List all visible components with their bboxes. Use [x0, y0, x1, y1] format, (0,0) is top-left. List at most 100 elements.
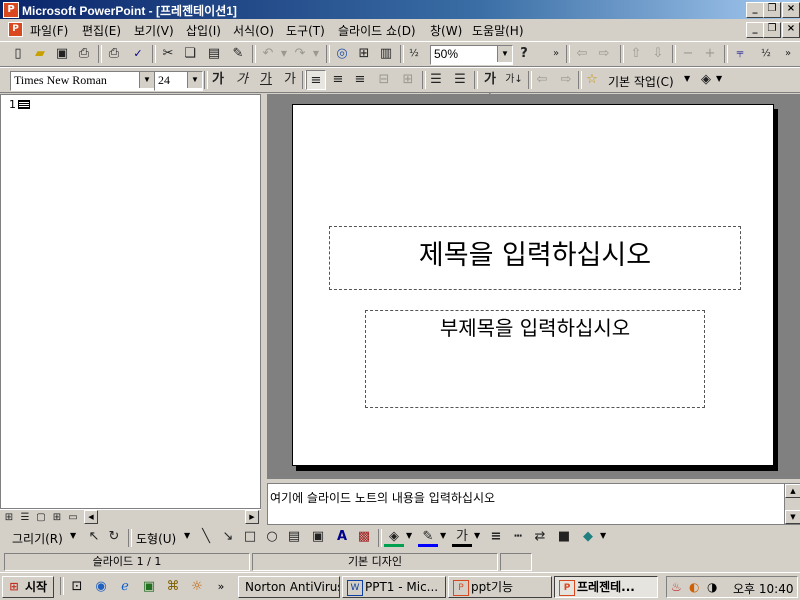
fill-color-icon[interactable]: ◈: [384, 527, 404, 547]
bullets-icon[interactable]: ☰: [450, 70, 470, 90]
taskbar-ppt1[interactable]: W PPT1 - Mic...: [342, 576, 446, 598]
toolbar-overflow-icon[interactable]: »: [212, 578, 230, 596]
menu-view[interactable]: 보기(V): [134, 22, 174, 39]
bold-button[interactable]: 가: [208, 70, 228, 90]
scroll-up-icon[interactable]: ▲: [785, 484, 800, 498]
chevron-down-icon[interactable]: ▼: [497, 46, 512, 62]
chevron-down-icon[interactable]: ▼: [440, 531, 446, 540]
demote-icon[interactable]: ⇨: [594, 44, 614, 64]
align-right-icon[interactable]: ≡: [350, 70, 370, 90]
rectangle-icon[interactable]: □: [240, 527, 260, 547]
chevron-down-icon[interactable]: ▼: [474, 531, 480, 540]
3d-icon[interactable]: ◆: [578, 527, 598, 547]
italic-button[interactable]: 가: [232, 70, 252, 90]
menu-insert[interactable]: 삽입(I): [186, 22, 221, 39]
subtitle-placeholder[interactable]: 부제목을 입력하십시오: [365, 310, 705, 408]
insert-chart-icon[interactable]: ▥: [376, 44, 396, 64]
clipart-icon[interactable]: A: [332, 527, 352, 547]
wordart-icon[interactable]: ▣: [308, 527, 328, 547]
hyperlink-icon[interactable]: ◎: [332, 44, 352, 64]
font-select[interactable]: Times New Roman ▼: [10, 71, 155, 91]
numbering-icon[interactable]: ☰: [426, 70, 446, 90]
document-icon[interactable]: P: [8, 22, 23, 37]
grayscale-icon[interactable]: ½: [756, 44, 776, 64]
notes-placeholder[interactable]: 여기에 슬라이드 노트의 내용을 입력하십시오: [270, 489, 495, 506]
notes-scrollbar[interactable]: ▲ ▼: [784, 484, 800, 524]
vertical-distribute-icon[interactable]: ⊞: [398, 70, 418, 90]
chevron-down-icon[interactable]: ▼: [716, 74, 722, 83]
close-button[interactable]: ×: [782, 2, 800, 18]
help-icon[interactable]: ?: [514, 44, 534, 64]
toolbar-overflow-icon[interactable]: »: [778, 44, 798, 64]
print-preview-icon[interactable]: ⎙: [104, 44, 124, 64]
new-icon[interactable]: ▯: [8, 44, 28, 64]
menu-file[interactable]: 파일(F): [30, 22, 68, 39]
scroll-down-icon[interactable]: ▼: [785, 510, 800, 524]
arrow-style-icon[interactable]: ⇄: [530, 527, 550, 547]
menu-edit[interactable]: 편집(E): [82, 22, 121, 39]
outline-pane[interactable]: 1: [0, 94, 261, 509]
start-button[interactable]: ⊞ 시작: [2, 576, 54, 598]
notes-pane[interactable]: 여기에 슬라이드 노트의 내용을 입력하십시오 ▲ ▼: [267, 483, 800, 525]
line-style-icon[interactable]: ≡: [486, 527, 506, 547]
fill-color-icon[interactable]: ◈: [696, 70, 716, 90]
expand-icon[interactable]: +: [700, 44, 720, 64]
font-color-icon[interactable]: 가: [452, 527, 472, 547]
align-center-icon[interactable]: ≡: [328, 70, 348, 90]
taskbar-presentation[interactable]: P 프레젠테...: [554, 576, 658, 598]
chevron-down-icon[interactable]: ▼: [184, 531, 190, 540]
chevron-down-icon[interactable]: ▼: [139, 72, 154, 88]
minimize-button[interactable]: _: [746, 2, 764, 18]
tray-icon[interactable]: ◐: [689, 580, 699, 594]
doc-minimize-button[interactable]: _: [746, 22, 764, 38]
taskbar-norton[interactable]: Norton AntiVirus: [238, 576, 340, 598]
quick-launch-icon[interactable]: ▣: [140, 578, 158, 596]
grayscale-icon[interactable]: ½: [404, 44, 424, 64]
collapse-icon[interactable]: −: [678, 44, 698, 64]
promote-icon[interactable]: ⇦: [532, 70, 552, 90]
shadow-icon[interactable]: ■: [554, 527, 574, 547]
free-rotate-icon[interactable]: ↻: [104, 527, 124, 547]
align-left-icon[interactable]: ≡: [306, 70, 326, 90]
chevron-down-icon[interactable]: ▼: [70, 531, 76, 540]
zoom-select[interactable]: 50% ▼: [430, 45, 513, 65]
demote-icon[interactable]: ⇨: [556, 70, 576, 90]
clock[interactable]: 오후 10:40: [733, 580, 793, 597]
desktop-icon[interactable]: ⊡: [68, 578, 86, 596]
print-icon[interactable]: ⎙: [74, 44, 94, 64]
quick-launch-icon[interactable]: ⌘: [164, 578, 182, 596]
menu-slideshow[interactable]: 슬라이드 쇼(D): [338, 22, 416, 39]
open-icon[interactable]: ▰: [30, 44, 50, 64]
chevron-down-icon[interactable]: ▼: [406, 531, 412, 540]
move-down-icon[interactable]: ⇩: [648, 44, 668, 64]
chevron-down-icon[interactable]: ▼: [187, 72, 202, 88]
animation-star-icon[interactable]: ☆: [582, 70, 602, 90]
common-tasks-button[interactable]: 기본 작업(C): [608, 73, 674, 90]
menu-format[interactable]: 서식(O): [233, 22, 274, 39]
picture-icon[interactable]: ▩: [354, 527, 374, 547]
scroll-right-icon[interactable]: ▶: [245, 510, 259, 524]
title-placeholder[interactable]: 제목을 입력하십시오: [329, 226, 741, 290]
distribute-icon[interactable]: ⊟: [374, 70, 394, 90]
textbox-icon[interactable]: ▤: [284, 527, 304, 547]
doc-close-button[interactable]: ×: [782, 22, 800, 38]
menu-window[interactable]: 창(W): [430, 22, 462, 39]
cut-icon[interactable]: ✂: [158, 44, 178, 64]
restore-button[interactable]: ❐: [763, 2, 781, 18]
dash-style-icon[interactable]: ┅: [508, 527, 528, 547]
promote-icon[interactable]: ⇦: [572, 44, 592, 64]
toolbar-overflow-icon[interactable]: »: [546, 44, 566, 64]
copy-icon[interactable]: ❏: [180, 44, 200, 64]
line-icon[interactable]: ╲: [196, 527, 216, 547]
autoshapes-menu-button[interactable]: 도형(U): [136, 530, 176, 547]
oval-icon[interactable]: ○: [262, 527, 282, 547]
slide-canvas[interactable]: 제목을 입력하십시오 부제목을 입력하십시오: [292, 104, 774, 466]
spelling-icon[interactable]: ✓: [128, 44, 148, 64]
outlook-icon[interactable]: ◉: [92, 578, 110, 596]
volume-icon[interactable]: ◑: [707, 580, 717, 594]
doc-restore-button[interactable]: ❐: [763, 22, 781, 38]
format-painter-icon[interactable]: ✎: [228, 44, 248, 64]
taskbar-pptfeature[interactable]: Pppt기능: [448, 576, 552, 598]
decrease-font-icon[interactable]: 가↓: [504, 70, 524, 90]
insert-table-icon[interactable]: ⊞: [354, 44, 374, 64]
